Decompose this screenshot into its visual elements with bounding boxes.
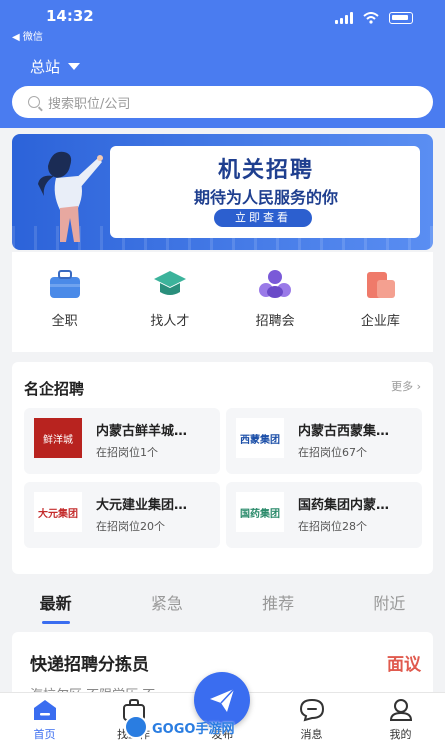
group-icon	[259, 270, 292, 298]
graduation-cap-icon	[153, 271, 186, 295]
more-link[interactable]: 更多 ›	[391, 378, 421, 394]
tab-recommended[interactable]: 推荐	[223, 580, 334, 624]
tab-urgent[interactable]: 紧急	[111, 580, 222, 624]
company-card[interactable]: 大元集团 大元建业集团… 在招岗位20个	[24, 482, 220, 548]
station-selector[interactable]: 总站	[30, 56, 81, 77]
back-to-wechat[interactable]: ◀ 微信	[12, 28, 43, 43]
woman-illustration-icon	[38, 151, 103, 242]
search-placeholder: 搜索职位/公司	[48, 96, 131, 112]
category-fulltime[interactable]: 全职	[12, 252, 117, 352]
search-icon	[28, 96, 40, 108]
nav-label: 消息	[300, 728, 323, 741]
banner-title: 机关招聘	[217, 158, 314, 183]
building-icon	[367, 272, 396, 298]
logo-text: 国药集团	[240, 508, 280, 520]
more-label: 更多	[391, 380, 414, 393]
nav-messages[interactable]: 消息	[267, 693, 356, 748]
company-name: 国药集团内蒙…	[298, 498, 390, 513]
signal-icon	[335, 12, 353, 24]
banner-view-button[interactable]: 立即查看	[214, 209, 312, 227]
job-tabs: 最新 紧急 推荐 附近	[0, 580, 445, 624]
watermark-text: GOGO手游网	[152, 721, 235, 737]
company-logo: 西蒙集团	[236, 418, 284, 458]
nav-home[interactable]: 首页	[0, 693, 89, 748]
user-icon	[389, 699, 412, 721]
company-logo: 鲜洋城	[34, 418, 82, 458]
home-icon	[33, 700, 56, 720]
famous-companies-section: 名企招聘 更多 › 鲜洋城 内蒙古鲜羊城… 在招岗位1个 西蒙集团 内蒙古西蒙集…	[12, 362, 433, 574]
company-name: 大元建业集团…	[96, 498, 188, 513]
company-card[interactable]: 国药集团 国药集团内蒙… 在招岗位28个	[226, 482, 422, 548]
category-find-talent[interactable]: 找人才	[117, 252, 222, 352]
company-name: 内蒙古西蒙集…	[298, 424, 390, 439]
nav-profile[interactable]: 我的	[356, 693, 445, 748]
category-job-fair[interactable]: 招聘会	[223, 252, 328, 352]
logo-text: 鲜洋城	[43, 434, 73, 446]
watermark: GOGO手游网	[124, 712, 238, 742]
category-label: 全职	[51, 314, 78, 329]
company-jobs: 在招岗位67个	[298, 446, 367, 459]
job-title: 快递招聘分拣员	[30, 655, 149, 675]
logo-text: 大元集团	[38, 508, 78, 520]
job-salary: 面议	[387, 655, 421, 675]
logo-text: 西蒙集团	[240, 434, 280, 446]
category-grid: 全职 找人才 招聘会 企业库	[12, 252, 433, 352]
search-input[interactable]: 搜索职位/公司	[12, 86, 433, 118]
company-card[interactable]: 西蒙集团 内蒙古西蒙集… 在招岗位67个	[226, 408, 422, 474]
company-jobs: 在招岗位20个	[96, 520, 165, 533]
message-icon	[299, 698, 324, 722]
send-icon	[210, 688, 235, 712]
company-jobs: 在招岗位28个	[298, 520, 367, 533]
category-label: 招聘会	[255, 314, 295, 329]
tab-nearby[interactable]: 附近	[334, 580, 445, 624]
status-time: 14:32	[46, 7, 94, 25]
status-bar: 14:32 ◀ 微信	[0, 0, 445, 43]
wifi-icon	[363, 12, 379, 24]
tab-latest[interactable]: 最新	[0, 580, 111, 624]
briefcase-icon	[49, 270, 80, 298]
chevron-right-icon: ›	[416, 380, 421, 393]
category-label: 企业库	[360, 314, 400, 329]
company-jobs: 在招岗位1个	[96, 446, 158, 459]
watermark-logo-icon	[124, 715, 148, 739]
category-company-library[interactable]: 企业库	[328, 252, 433, 352]
station-label: 总站	[30, 58, 61, 76]
company-logo: 大元集团	[34, 492, 82, 532]
company-logo: 国药集团	[236, 492, 284, 532]
battery-icon	[389, 12, 413, 24]
nav-label: 我的	[389, 728, 412, 741]
company-card[interactable]: 鲜洋城 内蒙古鲜羊城… 在招岗位1个	[24, 408, 220, 474]
section-title: 名企招聘	[24, 380, 85, 398]
promo-banner[interactable]: 机关招聘 期待为人民服务的你 立即查看	[12, 134, 433, 250]
chevron-down-icon	[68, 63, 81, 70]
nav-label: 首页	[33, 728, 56, 741]
status-icons	[335, 12, 413, 24]
company-name: 内蒙古鲜羊城…	[96, 424, 188, 439]
category-label: 找人才	[150, 314, 190, 329]
banner-subtitle: 期待为人民服务的你	[193, 188, 338, 207]
